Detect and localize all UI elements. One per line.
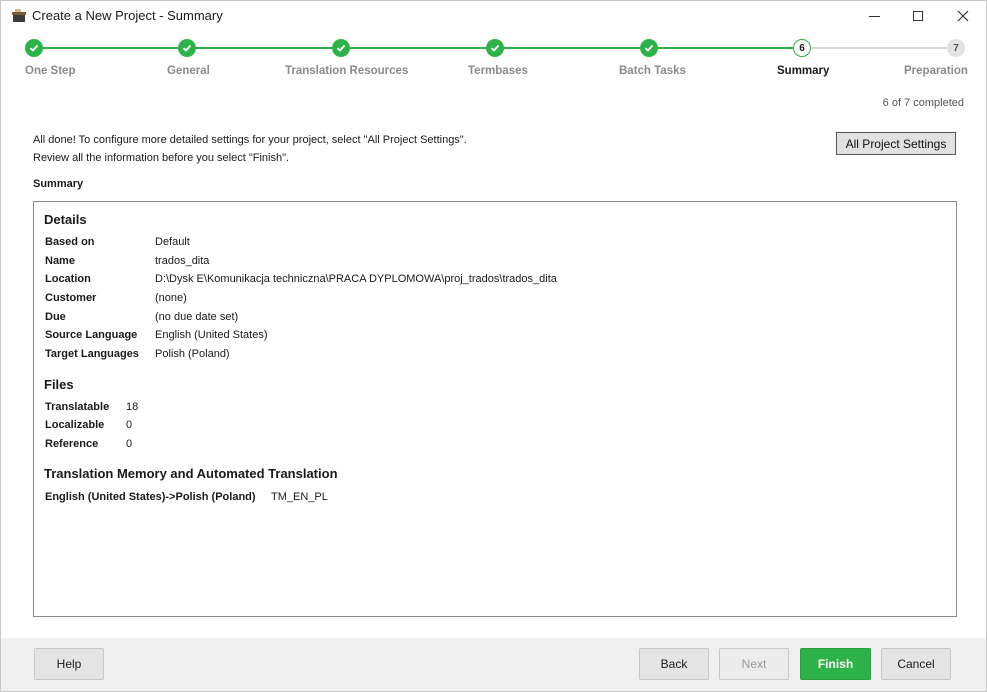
files-key: Reference [45, 438, 99, 450]
detail-value: D:\Dysk E\Komunikacja techniczna\PRACA D… [155, 273, 557, 285]
maximize-button[interactable] [895, 1, 941, 31]
detail-key: Due [45, 311, 66, 323]
close-button[interactable] [940, 1, 986, 31]
next-button[interactable]: Next [719, 648, 789, 680]
back-button[interactable]: Back [639, 648, 709, 680]
help-button[interactable]: Help [34, 648, 104, 680]
detail-value: trados_dita [155, 255, 210, 267]
step-node-general [178, 39, 196, 57]
intro-text: All done! To configure more detailed set… [33, 131, 467, 167]
step-node-batch-tasks [640, 39, 658, 57]
tm-language-pair: English (United States)->Polish (Poland) [45, 491, 256, 503]
maximize-icon [913, 11, 923, 21]
checkmark-icon [29, 44, 39, 52]
progress-status: 6 of 7 completed [882, 97, 964, 109]
detail-key: Location [45, 273, 91, 285]
detail-key: Source Language [45, 329, 138, 341]
step-label-preparation: Preparation [904, 65, 968, 77]
step-label-translation-resources[interactable]: Translation Resources [285, 65, 408, 77]
step-node-preparation: 7 [947, 39, 965, 57]
detail-key: Target Languages [45, 348, 139, 360]
create-project-dialog: Create a New Project - Summary 6 7 One S… [0, 0, 987, 692]
cancel-button[interactable]: Cancel [881, 648, 951, 680]
window-title: Create a New Project - Summary [32, 8, 223, 23]
detail-key: Customer [45, 292, 97, 304]
minimize-button[interactable] [851, 1, 897, 31]
detail-key: Name [45, 255, 75, 267]
summary-panel: Details Based on Default Name trados_dita … [33, 201, 957, 617]
dialog-footer: Help Back Next Finish Cancel [1, 638, 986, 691]
tm-name: TM_EN_PL [271, 491, 328, 503]
detail-value: English (United States) [155, 329, 268, 341]
files-value: 18 [126, 401, 139, 413]
checkmark-icon [182, 44, 192, 52]
stepper-line-completed [34, 47, 802, 49]
details-section-title: Details [44, 212, 87, 227]
intro-line-1: All done! To configure more detailed set… [33, 134, 467, 146]
files-section-title: Files [44, 377, 74, 392]
detail-value: Polish (Poland) [155, 348, 230, 360]
title-bar: Create a New Project - Summary [1, 1, 986, 31]
step-label-one-step[interactable]: One Step [25, 65, 75, 77]
close-icon [957, 10, 969, 22]
step-node-summary: 6 [793, 39, 811, 57]
app-icon [12, 9, 26, 22]
step-label-general[interactable]: General [167, 65, 210, 77]
files-value: 0 [126, 419, 133, 431]
step-node-termbases [486, 39, 504, 57]
files-key: Translatable [45, 401, 110, 413]
step-label-termbases[interactable]: Termbases [468, 65, 528, 77]
wizard-stepper: 6 7 One Step General Translation Resourc… [1, 31, 986, 86]
tm-section-title: Translation Memory and Automated Transla… [44, 466, 338, 481]
step-node-translation-resources [332, 39, 350, 57]
checkmark-icon [490, 44, 500, 52]
checkmark-icon [336, 44, 346, 52]
step-label-summary[interactable]: Summary [777, 65, 829, 77]
detail-value: Default [155, 236, 190, 248]
all-project-settings-button[interactable]: All Project Settings [836, 132, 956, 155]
detail-value: (none) [155, 292, 187, 304]
detail-key: Based on [45, 236, 95, 248]
files-value: 0 [126, 438, 133, 450]
stepper-line-remaining [802, 47, 956, 49]
files-key: Localizable [45, 419, 105, 431]
finish-button[interactable]: Finish [800, 648, 871, 680]
summary-heading: Summary [33, 178, 84, 190]
step-node-one-step [25, 39, 43, 57]
step-label-batch-tasks[interactable]: Batch Tasks [619, 65, 686, 77]
checkmark-icon [644, 44, 654, 52]
intro-line-2: Review all the information before you se… [33, 152, 290, 164]
minimize-icon [868, 15, 880, 17]
detail-value: (no due date set) [155, 311, 239, 323]
